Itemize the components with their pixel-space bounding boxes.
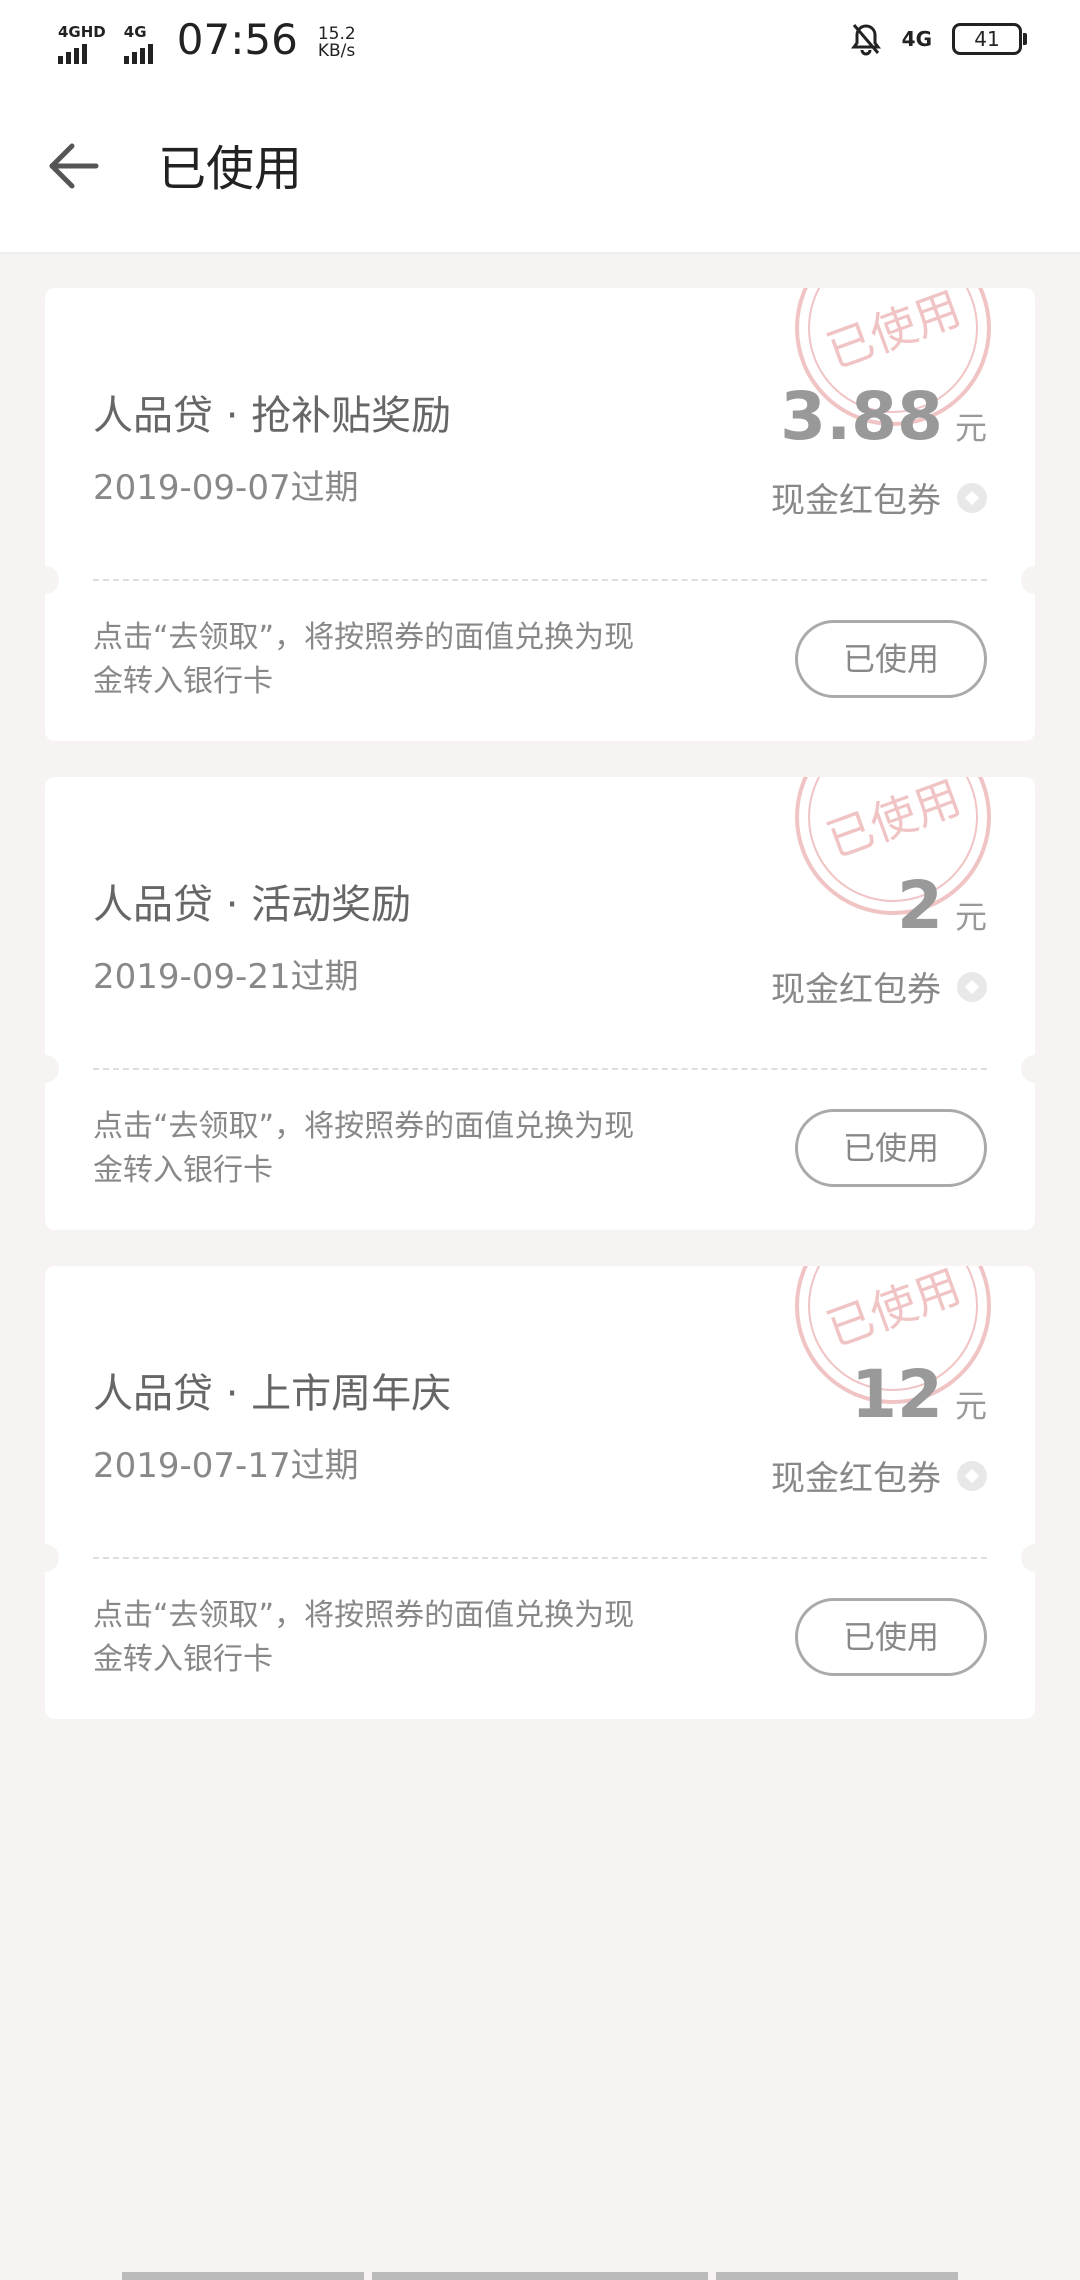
back-arrow-icon[interactable] xyxy=(44,136,104,196)
coupon-type-label: 现金红包券 xyxy=(771,1459,941,1499)
info-dot-icon[interactable] xyxy=(957,1460,987,1491)
coupon-description: 点击“去领取”，将按照券的面值兑换为现金转入银行卡 xyxy=(93,620,635,699)
amount-value: 3.88 xyxy=(780,378,943,455)
status-bar: 4GHD 4G 07:56 15.2 KB/s 4G 41 xyxy=(0,0,1080,86)
coupon-card: 已使用 人品贷 · 抢补贴奖励 2019-09-07过期 3.88 元 现金红包… xyxy=(45,288,1035,741)
amount-unit: 元 xyxy=(954,898,987,936)
info-dot-icon[interactable] xyxy=(957,482,987,513)
nav-bar-segment[interactable] xyxy=(122,2272,364,2280)
speed-unit: KB/s xyxy=(317,41,356,61)
ticket-notch xyxy=(1021,1055,1035,1083)
stamp-text: 已使用 xyxy=(820,1266,968,1357)
stamp-text: 已使用 xyxy=(820,777,968,868)
app-header: 已使用 xyxy=(0,86,1080,254)
ticket-notch xyxy=(45,566,59,594)
coupon-amount: 3.88 元 xyxy=(780,378,987,455)
dashed-divider xyxy=(93,579,987,581)
ticket-notch xyxy=(1021,566,1035,594)
battery-level: 41 xyxy=(974,27,1000,51)
coupon-description: 点击“去领取”，将按照券的面值兑换为现金转入银行卡 xyxy=(93,1109,635,1188)
page-title: 已使用 xyxy=(158,141,303,197)
used-button[interactable]: 已使用 xyxy=(795,1598,987,1676)
amount-value: 12 xyxy=(851,1356,943,1433)
coupon-expiry: 2019-09-07过期 xyxy=(93,468,359,508)
coupon-name: 人品贷 · 抢补贴奖励 xyxy=(93,393,452,439)
coupon-type: 现金红包券 xyxy=(771,473,987,522)
battery-icon: 41 xyxy=(952,23,1027,55)
signal-bars-icon xyxy=(123,42,153,64)
info-dot-icon[interactable] xyxy=(957,971,987,1002)
signal-bars-icon xyxy=(58,42,87,64)
coupon-card: 已使用 人品贷 · 上市周年庆 2019-07-17过期 12 元 现金红包券 … xyxy=(45,1266,1035,1719)
used-button[interactable]: 已使用 xyxy=(795,1109,987,1187)
coupon-amount: 12 元 xyxy=(851,1356,987,1433)
ticket-notch xyxy=(45,1055,59,1083)
coupon-type: 现金红包券 xyxy=(771,1451,987,1500)
coupon-type: 现金红包券 xyxy=(771,962,987,1011)
amount-value: 2 xyxy=(897,867,943,944)
ticket-notch xyxy=(45,1544,59,1572)
amount-unit: 元 xyxy=(954,409,987,447)
clock: 07:56 xyxy=(176,15,298,64)
network-type: 4G xyxy=(901,27,932,51)
coupon-card: 已使用 人品贷 · 活动奖励 2019-09-21过期 2 元 现金红包券 点击… xyxy=(45,777,1035,1230)
coupon-name: 人品贷 · 活动奖励 xyxy=(93,882,412,928)
coupon-expiry: 2019-09-21过期 xyxy=(93,957,359,997)
nav-bar-segment[interactable] xyxy=(372,2272,708,2280)
dashed-divider xyxy=(93,1068,987,1070)
signal-2-label: 4G xyxy=(123,23,147,41)
network-speed: 15.2 KB/s xyxy=(318,26,356,60)
coupon-description: 点击“去领取”，将按照券的面值兑换为现金转入银行卡 xyxy=(93,1598,635,1677)
dashed-divider xyxy=(93,1557,987,1559)
signal-strength-1: 4GHD xyxy=(58,25,106,64)
ticket-notch xyxy=(1021,1544,1035,1572)
coupon-type-label: 现金红包券 xyxy=(771,481,941,521)
coupon-amount: 2 元 xyxy=(897,867,987,944)
coupon-name: 人品贷 · 上市周年庆 xyxy=(93,1371,452,1417)
coupon-expiry: 2019-07-17过期 xyxy=(93,1446,359,1486)
stamp-text: 已使用 xyxy=(820,288,968,379)
bell-muted-icon xyxy=(850,24,881,56)
amount-unit: 元 xyxy=(954,1387,987,1425)
signal-1-label: 4GHD xyxy=(58,23,106,41)
coupon-type-label: 现金红包券 xyxy=(771,970,941,1010)
used-button[interactable]: 已使用 xyxy=(795,620,987,698)
signal-strength-2: 4G xyxy=(123,23,153,64)
nav-bar-segment[interactable] xyxy=(716,2272,958,2280)
